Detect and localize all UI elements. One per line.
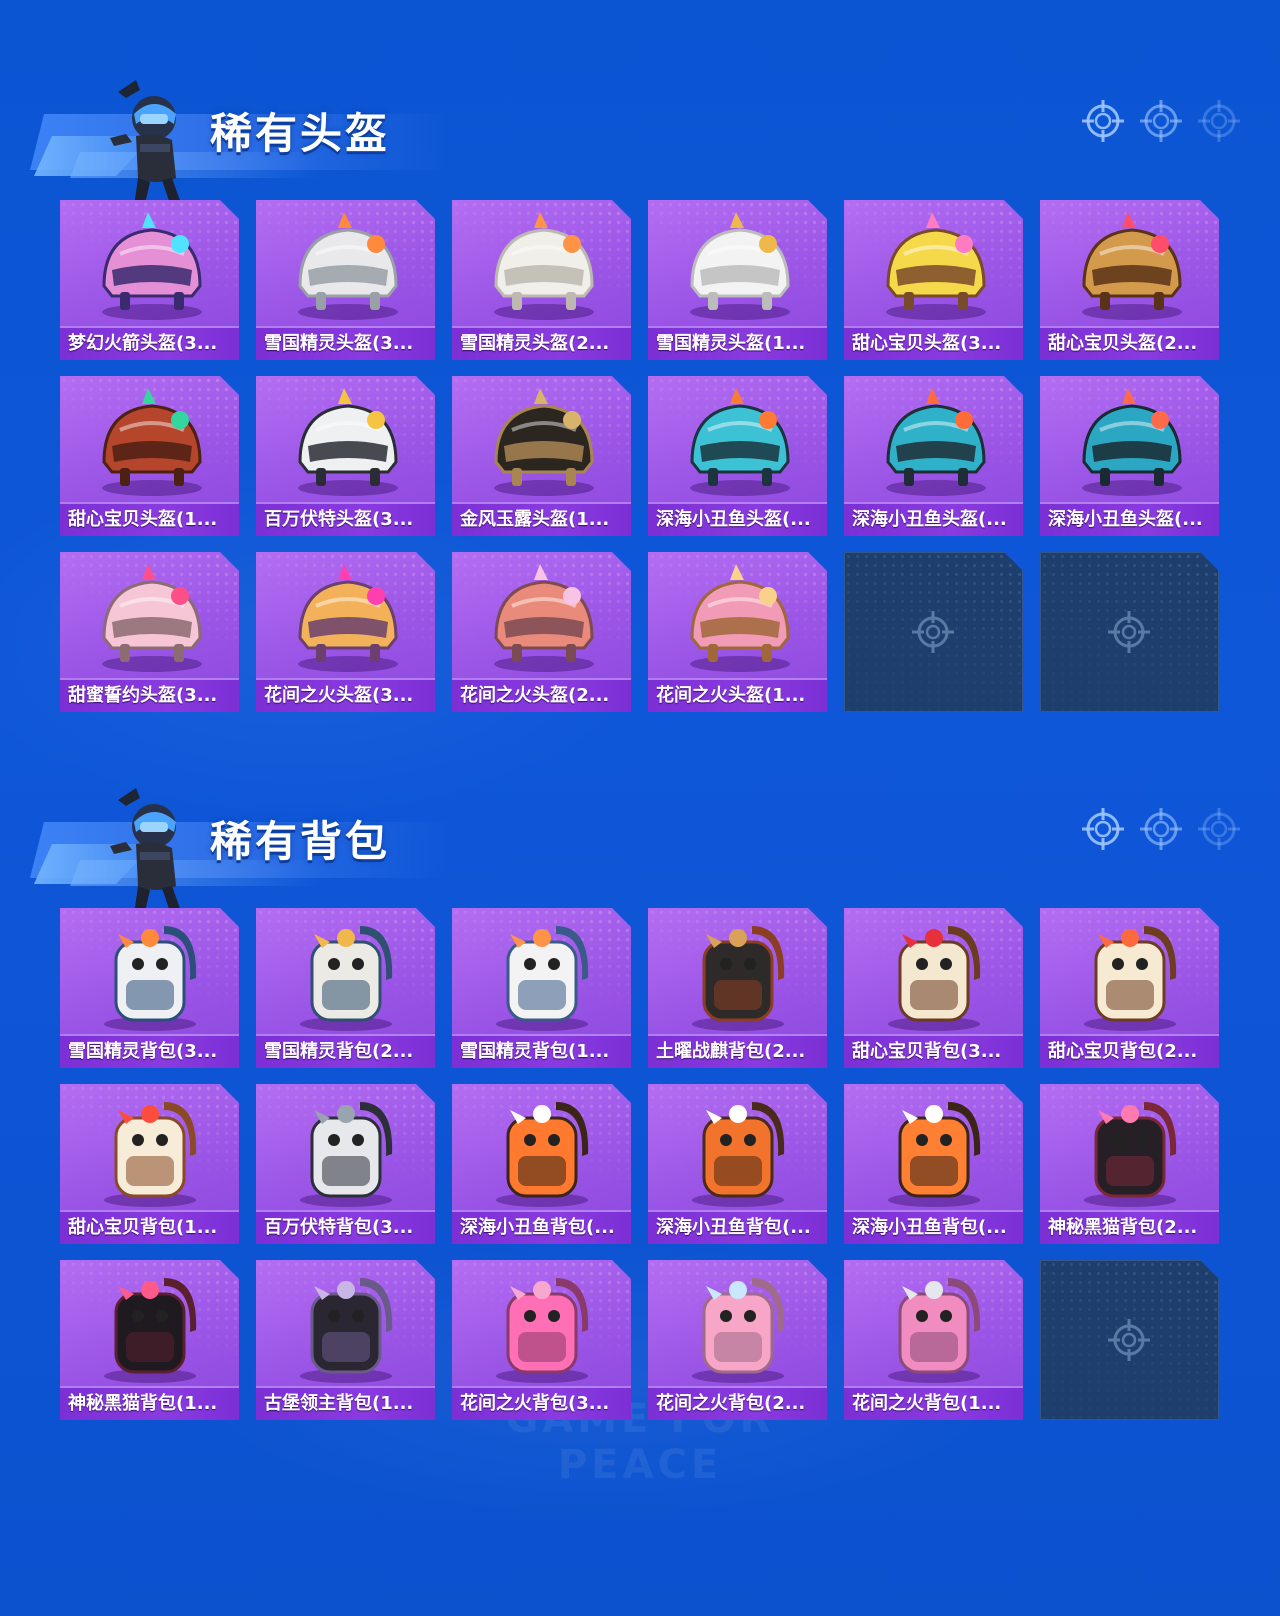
- item-name: 梦幻火箭头盔(3...: [68, 333, 218, 354]
- crosshair-icon: [1108, 611, 1150, 653]
- section-banner: 稀有背包: [30, 782, 450, 927]
- item-name: 雪国精灵背包(2...: [264, 1041, 414, 1062]
- backpack-card[interactable]: 百万伏特背包(3...: [256, 1084, 435, 1244]
- item-name: 神秘黑猫背包(2...: [1048, 1217, 1198, 1238]
- crosshair-icon: [1082, 808, 1124, 850]
- item-name: 古堡领主背包(1...: [264, 1393, 414, 1414]
- item-name: 神秘黑猫背包(1...: [68, 1393, 218, 1414]
- section-title: 稀有头盔: [210, 109, 391, 158]
- crosshair-icon: [1082, 100, 1124, 142]
- item-name: 雪国精灵头盔(2...: [460, 333, 610, 354]
- helmet-card[interactable]: 甜心宝贝头盔(1...: [60, 376, 239, 536]
- backpack-card[interactable]: 古堡领主背包(1...: [256, 1260, 435, 1420]
- item-name: 雪国精灵头盔(3...: [264, 333, 414, 354]
- helmet-card[interactable]: 花间之火头盔(3...: [256, 552, 435, 712]
- backpack-card[interactable]: 雪国精灵背包(1...: [452, 908, 631, 1068]
- item-name: 深海小丑鱼背包(...: [656, 1217, 811, 1238]
- backpack-card[interactable]: 甜心宝贝背包(2...: [1040, 908, 1219, 1068]
- backpack-card[interactable]: 花间之火背包(1...: [844, 1260, 1023, 1420]
- decor-reticles: [1080, 806, 1250, 854]
- item-name: 深海小丑鱼头盔(...: [656, 509, 811, 530]
- empty-slot: [1040, 1260, 1219, 1420]
- item-name: 深海小丑鱼头盔(...: [1048, 509, 1203, 530]
- section-banner: 稀有头盔: [30, 74, 450, 219]
- crosshair-icon: [1140, 808, 1182, 850]
- item-name: 甜心宝贝头盔(3...: [852, 333, 1002, 354]
- item-name: 深海小丑鱼头盔(...: [852, 509, 1007, 530]
- item-name: 花间之火背包(3...: [460, 1393, 610, 1414]
- item-name: 甜心宝贝头盔(2...: [1048, 333, 1198, 354]
- backpack-card[interactable]: 雪国精灵背包(2...: [256, 908, 435, 1068]
- item-name: 花间之火背包(2...: [656, 1393, 806, 1414]
- helmet-card[interactable]: 深海小丑鱼头盔(...: [1040, 376, 1219, 536]
- helmet-card[interactable]: 百万伏特头盔(3...: [256, 376, 435, 536]
- helmet-card[interactable]: 雪国精灵头盔(2...: [452, 200, 631, 360]
- backpack-card[interactable]: 甜心宝贝背包(3...: [844, 908, 1023, 1068]
- helmet-card[interactable]: 花间之火头盔(2...: [452, 552, 631, 712]
- crosshair-icon: [1198, 808, 1240, 850]
- backpack-card[interactable]: 深海小丑鱼背包(...: [844, 1084, 1023, 1244]
- backpack-card[interactable]: 深海小丑鱼背包(...: [648, 1084, 827, 1244]
- item-name: 深海小丑鱼背包(...: [852, 1217, 1007, 1238]
- item-name: 花间之火头盔(3...: [264, 685, 414, 706]
- backpack-card[interactable]: 甜心宝贝背包(1...: [60, 1084, 239, 1244]
- crosshair-icon: [1140, 100, 1182, 142]
- item-name: 雪国精灵背包(1...: [460, 1041, 610, 1062]
- helmet-card[interactable]: 梦幻火箭头盔(3...: [60, 200, 239, 360]
- helmet-card[interactable]: 雪国精灵头盔(1...: [648, 200, 827, 360]
- helmet-card[interactable]: 甜心宝贝头盔(3...: [844, 200, 1023, 360]
- item-name: 雪国精灵头盔(1...: [656, 333, 806, 354]
- item-name: 甜心宝贝背包(1...: [68, 1217, 218, 1238]
- backpack-card[interactable]: 雪国精灵背包(3...: [60, 908, 239, 1068]
- backpack-card[interactable]: 花间之火背包(2...: [648, 1260, 827, 1420]
- item-name: 深海小丑鱼背包(...: [460, 1217, 615, 1238]
- item-name: 雪国精灵背包(3...: [68, 1041, 218, 1062]
- item-name: 土曜战麒背包(2...: [656, 1041, 806, 1062]
- empty-slot: [1040, 552, 1219, 712]
- item-name: 甜心宝贝背包(2...: [1048, 1041, 1198, 1062]
- item-name: 百万伏特背包(3...: [264, 1217, 414, 1238]
- item-name: 金风玉露头盔(1...: [460, 509, 610, 530]
- item-name: 花间之火头盔(2...: [460, 685, 610, 706]
- helmet-card[interactable]: 甜心宝贝头盔(2...: [1040, 200, 1219, 360]
- item-name: 花间之火背包(1...: [852, 1393, 1002, 1414]
- backpack-card[interactable]: 神秘黑猫背包(1...: [60, 1260, 239, 1420]
- item-name: 花间之火头盔(1...: [656, 685, 806, 706]
- crosshair-icon: [912, 611, 954, 653]
- helmet-card[interactable]: 深海小丑鱼头盔(...: [648, 376, 827, 536]
- empty-slot: [844, 552, 1023, 712]
- helmet-card[interactable]: 深海小丑鱼头盔(...: [844, 376, 1023, 536]
- helmet-card[interactable]: 甜蜜誓约头盔(3...: [60, 552, 239, 712]
- section-title: 稀有背包: [210, 817, 391, 866]
- crosshair-icon: [1198, 100, 1240, 142]
- helmet-card[interactable]: 花间之火头盔(1...: [648, 552, 827, 712]
- backpack-card[interactable]: 深海小丑鱼背包(...: [452, 1084, 631, 1244]
- helmet-card[interactable]: 金风玉露头盔(1...: [452, 376, 631, 536]
- backpack-card[interactable]: 土曜战麒背包(2...: [648, 908, 827, 1068]
- crosshair-icon: [1108, 1319, 1150, 1361]
- backpack-card[interactable]: 神秘黑猫背包(2...: [1040, 1084, 1219, 1244]
- item-name: 甜心宝贝背包(3...: [852, 1041, 1002, 1062]
- helmet-card[interactable]: 雪国精灵头盔(3...: [256, 200, 435, 360]
- item-name: 甜心宝贝头盔(1...: [68, 509, 218, 530]
- item-grid: 梦幻火箭头盔(3... 雪国精灵头盔(3... 雪国精灵头盔(2... 雪国精灵…: [60, 200, 1219, 712]
- item-grid: 雪国精灵背包(3... 雪国精灵背包(2... 雪国精灵背包(1... 土曜战麒…: [60, 908, 1219, 1420]
- backpack-card[interactable]: 花间之火背包(3...: [452, 1260, 631, 1420]
- item-name: 百万伏特头盔(3...: [264, 509, 414, 530]
- item-name: 甜蜜誓约头盔(3...: [68, 685, 218, 706]
- decor-reticles: [1080, 98, 1250, 146]
